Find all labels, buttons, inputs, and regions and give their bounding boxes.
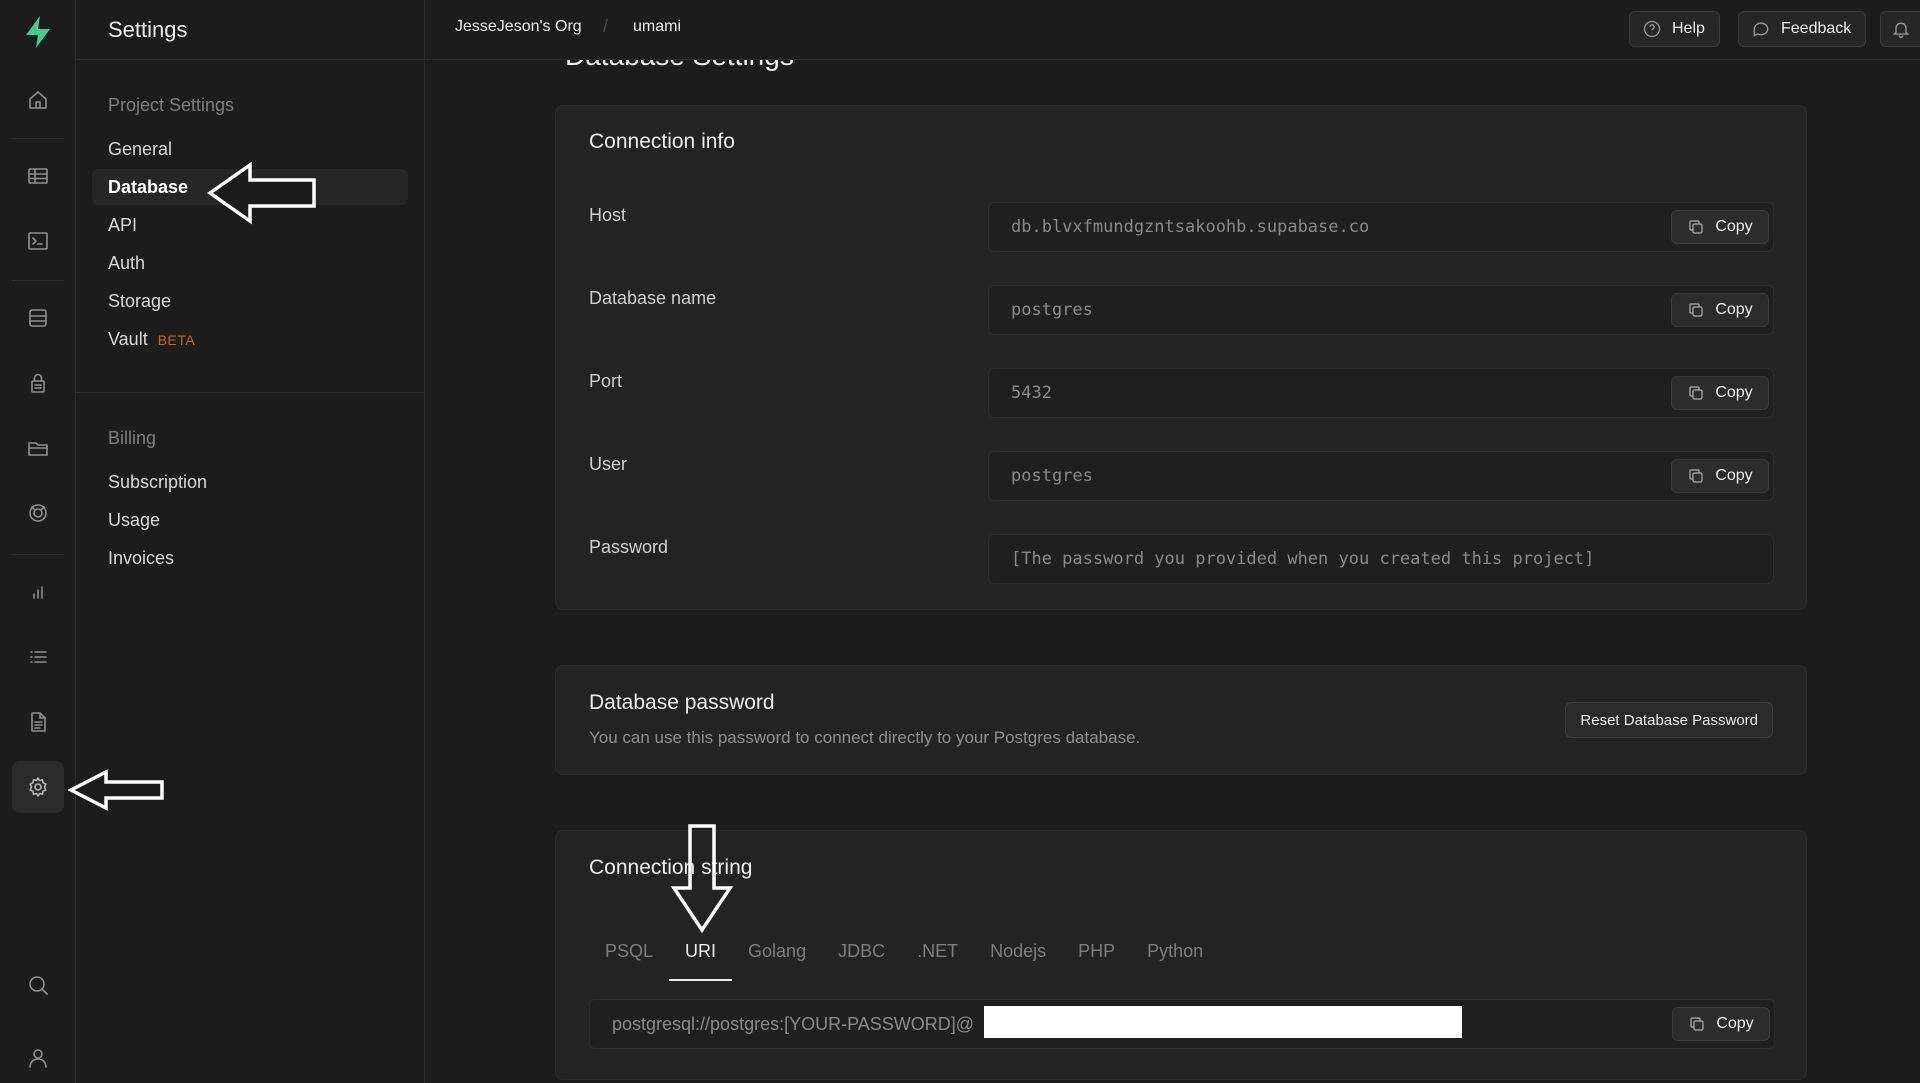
- rail-divider: [12, 280, 64, 281]
- tab-dotnet[interactable]: .NET: [901, 931, 974, 981]
- database-name-value: postgres: [1011, 300, 1093, 320]
- menu-item-auth[interactable]: Auth: [92, 245, 408, 281]
- tab-uri[interactable]: URI: [669, 931, 733, 981]
- copy-port-button[interactable]: Copy: [1671, 376, 1769, 410]
- password-field[interactable]: [The password you provided when you crea…: [988, 534, 1774, 584]
- copy-label: Copy: [1716, 1015, 1754, 1032]
- copy-label: Copy: [1715, 384, 1753, 401]
- connection-info-card: Connection info Host db.blvxfmundgzntsak…: [555, 105, 1807, 610]
- home-icon[interactable]: [12, 74, 64, 126]
- api-docs-icon[interactable]: [12, 696, 64, 748]
- password-value: [The password you provided when you crea…: [1011, 549, 1595, 569]
- copy-user-button[interactable]: Copy: [1671, 459, 1769, 493]
- user-label: User: [589, 454, 628, 474]
- help-label: Help: [1672, 20, 1705, 37]
- connection-string-card: Connection string PSQL URI Golang JDBC .…: [555, 830, 1807, 1080]
- tab-psql[interactable]: PSQL: [589, 931, 669, 981]
- feedback-label: Feedback: [1781, 20, 1852, 37]
- copy-label: Copy: [1715, 467, 1753, 484]
- logo-icon[interactable]: [18, 12, 58, 52]
- beta-badge: BETA: [157, 332, 196, 348]
- tab-python[interactable]: Python: [1131, 931, 1219, 981]
- menu-group-project-settings: Project Settings: [108, 95, 235, 115]
- top-bar: JesseJeson's Org / umami Help Feedback: [425, 0, 1920, 60]
- menu-item-vault[interactable]: Vault BETA: [92, 321, 408, 357]
- connection-info-title: Connection info: [589, 130, 735, 153]
- icon-rail: [0, 0, 76, 1083]
- annotation-arrow-left-icon: [68, 769, 164, 811]
- copy-database-name-button[interactable]: Copy: [1671, 293, 1769, 327]
- database-password-card: Database password You can use this passw…: [555, 665, 1807, 775]
- menu-item-storage[interactable]: Storage: [92, 283, 408, 319]
- menu-item-subscription[interactable]: Subscription: [92, 464, 408, 500]
- copy-icon: [1689, 469, 1703, 483]
- breadcrumb-separator: /: [603, 16, 609, 36]
- app-window: Settings Project Settings General Databa…: [0, 0, 1920, 1083]
- connection-string-tabs: PSQL URI Golang JDBC .NET Nodejs PHP Pyt…: [589, 931, 1219, 981]
- copy-icon: [1689, 303, 1703, 317]
- menu-title: Settings: [76, 0, 424, 60]
- port-field[interactable]: 5432 Copy: [988, 368, 1774, 418]
- table-editor-icon[interactable]: [12, 150, 64, 202]
- feedback-button[interactable]: Feedback: [1738, 11, 1867, 47]
- tab-nodejs[interactable]: Nodejs: [974, 931, 1062, 981]
- copy-icon: [1689, 386, 1703, 400]
- sql-editor-icon[interactable]: [12, 215, 64, 267]
- logs-icon[interactable]: [12, 631, 64, 683]
- database-name-label: Database name: [589, 288, 717, 308]
- bell-icon: [1892, 22, 1910, 38]
- breadcrumb-org[interactable]: JesseJeson's Org: [455, 18, 582, 36]
- port-value: 5432: [1011, 383, 1052, 403]
- menu-divider: [76, 392, 425, 393]
- copy-icon: [1689, 220, 1703, 234]
- copy-label: Copy: [1715, 218, 1753, 235]
- notifications-button[interactable]: [1880, 11, 1920, 47]
- user-value: postgres: [1011, 466, 1093, 486]
- database-password-description: You can use this password to connect dir…: [589, 728, 1141, 747]
- menu-item-invoices[interactable]: Invoices: [92, 540, 408, 576]
- database-password-title: Database password: [589, 691, 775, 714]
- rail-divider: [12, 554, 64, 555]
- copy-label: Copy: [1715, 301, 1753, 318]
- redaction-box: [984, 1006, 1462, 1038]
- host-label: Host: [589, 205, 627, 225]
- feedback-icon: [1753, 22, 1769, 37]
- main-content: Database Settings Connection info Host d…: [425, 60, 1920, 1083]
- tab-php[interactable]: PHP: [1062, 931, 1131, 981]
- database-icon[interactable]: [12, 292, 64, 344]
- auth-lock-icon[interactable]: [12, 357, 64, 409]
- storage-icon[interactable]: [12, 422, 64, 474]
- database-name-field[interactable]: postgres Copy: [988, 285, 1774, 335]
- rail-divider: [12, 138, 64, 139]
- port-label: Port: [589, 371, 623, 391]
- reset-database-password-button[interactable]: Reset Database Password: [1565, 702, 1773, 738]
- host-field[interactable]: db.blvxfmundgzntsakoohb.supabase.co Copy: [988, 202, 1774, 252]
- menu-item-label: Vault: [108, 329, 148, 349]
- menu-item-usage[interactable]: Usage: [92, 502, 408, 538]
- user-field[interactable]: postgres Copy: [988, 451, 1774, 501]
- connection-uri-field[interactable]: postgresql://postgres:[YOUR-PASSWORD]@ C…: [589, 999, 1775, 1049]
- copy-uri-button[interactable]: Copy: [1672, 1007, 1770, 1041]
- host-value: db.blvxfmundgzntsakoohb.supabase.co: [1011, 217, 1370, 237]
- copy-icon: [1690, 1017, 1704, 1031]
- menu-group-billing: Billing: [108, 428, 157, 448]
- annotation-arrow-down-icon: [670, 824, 734, 934]
- search-icon[interactable]: [12, 959, 64, 1011]
- edge-functions-icon[interactable]: [12, 487, 64, 539]
- reports-icon[interactable]: [12, 566, 64, 618]
- annotation-arrow-left-icon: [206, 161, 316, 225]
- breadcrumb-project[interactable]: umami: [633, 18, 681, 36]
- password-label: Password: [589, 537, 669, 557]
- tab-golang[interactable]: Golang: [732, 931, 822, 981]
- settings-icon[interactable]: [12, 761, 64, 813]
- tab-jdbc[interactable]: JDBC: [822, 931, 901, 981]
- help-button[interactable]: Help: [1629, 11, 1720, 47]
- copy-host-button[interactable]: Copy: [1671, 210, 1769, 244]
- help-icon: [1643, 20, 1661, 38]
- user-icon[interactable]: [12, 1032, 64, 1083]
- connection-uri-value: postgresql://postgres:[YOUR-PASSWORD]@: [612, 1014, 975, 1034]
- page-title: Database Settings: [565, 60, 794, 72]
